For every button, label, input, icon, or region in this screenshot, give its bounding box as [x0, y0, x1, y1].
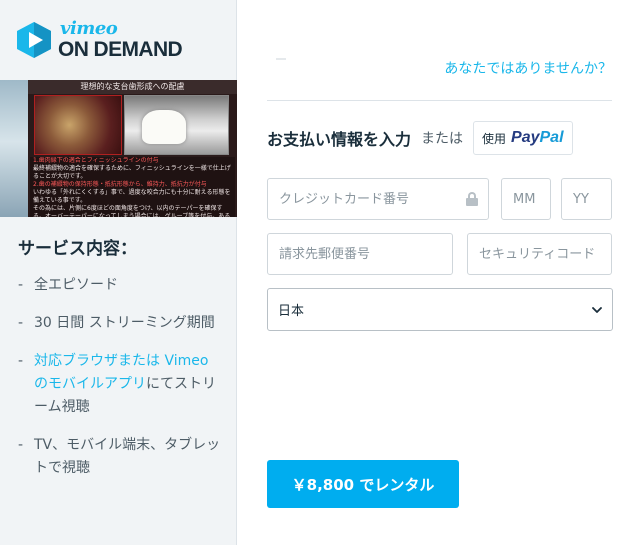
thumbnail-crown-shape: [142, 110, 186, 144]
brand-on-demand: ON DEMAND: [58, 38, 183, 61]
or-label: または: [421, 131, 464, 147]
sidebar: vimeo ON DEMAND 理想的な支台歯形成への配慮 1.歯肉縁下の適合と…: [0, 0, 237, 545]
bullet-dash: -: [18, 277, 24, 293]
thumbnail-text: 1.歯肉縁下の適合とフィニッシュラインの付与 最終補綴物の適合を確保するために、…: [30, 157, 235, 217]
thumbnail-side-strip: [0, 80, 28, 217]
not-you-link[interactable]: あなたではありませんか？: [444, 58, 612, 78]
card-number-input[interactable]: [267, 178, 489, 220]
services-list: - 全エピソード - 30 日間 ストリーミング期間 - 対応ブラウザまたは V…: [18, 274, 223, 495]
section-divider: [267, 100, 612, 101]
security-code-input[interactable]: [467, 233, 612, 275]
thumbnail-line: 2.歯の補綴物の保持形態・抵抗形態から、維持力、抵抗力が付与: [33, 181, 207, 188]
service-item-text: 30 日間 ストリーミング期間: [34, 315, 215, 331]
card-number-wrapper: [267, 178, 489, 220]
checkout-panel: あなたではありませんか？ お支払い情報を入力 または 使用 PayPal 日本 …: [237, 0, 640, 545]
thumbnail-title: 理想的な支台歯形成への配慮: [28, 80, 237, 94]
chevron-down-icon: [592, 306, 602, 313]
paypal-logo: PayPal: [511, 129, 563, 147]
expiry-year-input[interactable]: [561, 178, 612, 220]
payment-header: お支払い情報を入力 または 使用 PayPal: [267, 121, 573, 155]
bullet-dash: -: [18, 353, 24, 369]
paypal-use-label: 使用: [482, 131, 507, 146]
service-item: - 全エピソード: [18, 274, 223, 297]
paypal-logo-pal: Pal: [539, 129, 564, 146]
faint-divider-mark: [276, 58, 286, 60]
thumbnail-line: その為には、片側に6度ほどの面角度をつけ、以内のテーパーを確保する。オーバーテー…: [33, 205, 231, 217]
country-select[interactable]: 日本: [267, 288, 613, 331]
services-title: サービス内容：: [18, 239, 137, 259]
service-item-text: 全エピソード: [34, 277, 118, 293]
bullet-dash: -: [18, 437, 24, 453]
thumbnail-photo-tooth: [34, 95, 122, 155]
video-thumbnail[interactable]: 理想的な支台歯形成への配慮 1.歯肉縁下の適合とフィニッシュラインの付与 最終補…: [0, 80, 237, 217]
brand-wordmark: vimeo ON DEMAND: [58, 18, 183, 61]
paypal-button[interactable]: 使用 PayPal: [473, 121, 573, 155]
country-select-value: 日本: [278, 304, 305, 319]
lock-icon: [466, 192, 478, 206]
service-item: - 対応ブラウザまたは Vimeo のモバイルアプリにてストリーム視聴: [18, 350, 223, 419]
expiry-month-input[interactable]: [501, 178, 551, 220]
service-item: - TV、モバイル端末、タブレットで視聴: [18, 434, 223, 480]
rent-button[interactable]: ￥8,800 でレンタル: [267, 460, 459, 508]
bullet-dash: -: [18, 315, 24, 331]
paypal-logo-pay: Pay: [511, 129, 540, 146]
payment-title: お支払い情報を入力: [267, 130, 412, 149]
billing-zip-input[interactable]: [267, 233, 453, 275]
play-icon: [17, 22, 51, 58]
brand-vimeo: vimeo: [60, 18, 118, 39]
service-item-text: TV、モバイル端末、タブレットで視聴: [34, 437, 221, 476]
service-item: - 30 日間 ストリーミング期間: [18, 312, 223, 335]
thumbnail-line: 最終補綴物の適合を確保するために、フィニッシュラインを一様で仕上げることが大切で…: [33, 165, 231, 180]
service-item-text: 対応ブラウザまたは Vimeo のモバイルアプリにてストリーム視聴: [34, 350, 223, 419]
thumbnail-line: 1.歯肉縁下の適合とフィニッシュラインの付与: [33, 157, 159, 164]
brand-logo[interactable]: vimeo ON DEMAND: [16, 18, 183, 62]
thumbnail-line: いわゆる「外れにくくする」事で、過度な咬合力にも十分に耐える形態を備えている事で…: [33, 189, 231, 204]
